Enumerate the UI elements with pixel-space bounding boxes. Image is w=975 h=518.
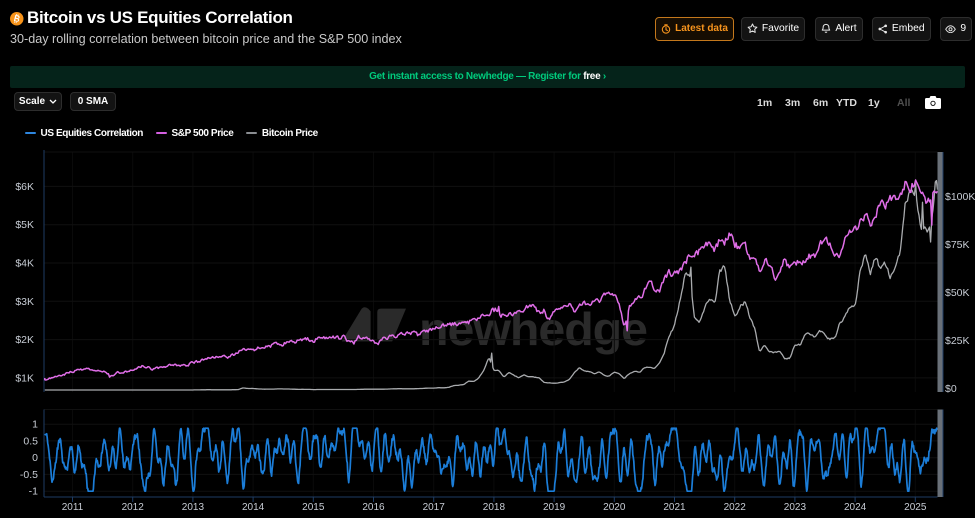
svg-text:$2K: $2K: [15, 334, 34, 346]
svg-text:2017: 2017: [423, 502, 446, 513]
svg-text:2014: 2014: [242, 502, 265, 513]
svg-text:$25K: $25K: [945, 335, 970, 347]
svg-text:2019: 2019: [543, 502, 566, 513]
svg-text:$100K: $100K: [945, 191, 975, 203]
svg-text:$4K: $4K: [15, 258, 34, 270]
svg-text:2025: 2025: [904, 502, 927, 513]
svg-text:-1: -1: [29, 486, 38, 498]
svg-text:2013: 2013: [182, 502, 205, 513]
svg-text:2018: 2018: [483, 502, 506, 513]
svg-text:1: 1: [32, 419, 38, 431]
svg-text:$50K: $50K: [945, 287, 970, 299]
svg-text:2016: 2016: [362, 502, 385, 513]
svg-text:$6K: $6K: [15, 181, 34, 193]
svg-text:$0: $0: [945, 383, 957, 395]
svg-text:2015: 2015: [302, 502, 325, 513]
svg-text:$75K: $75K: [945, 239, 970, 251]
svg-text:2020: 2020: [603, 502, 626, 513]
svg-text:2012: 2012: [122, 502, 145, 513]
svg-text:2011: 2011: [62, 502, 84, 513]
svg-text:0: 0: [32, 452, 38, 464]
svg-text:0.5: 0.5: [23, 435, 38, 447]
svg-text:$1K: $1K: [15, 372, 34, 384]
svg-text:newhedge: newhedge: [419, 303, 647, 355]
svg-text:2023: 2023: [784, 502, 807, 513]
svg-text:$3K: $3K: [15, 296, 34, 308]
svg-text:$5K: $5K: [15, 219, 34, 231]
svg-text:2022: 2022: [724, 502, 747, 513]
svg-text:2024: 2024: [844, 502, 867, 513]
svg-text:2021: 2021: [663, 502, 686, 513]
svg-text:-0.5: -0.5: [20, 469, 38, 481]
